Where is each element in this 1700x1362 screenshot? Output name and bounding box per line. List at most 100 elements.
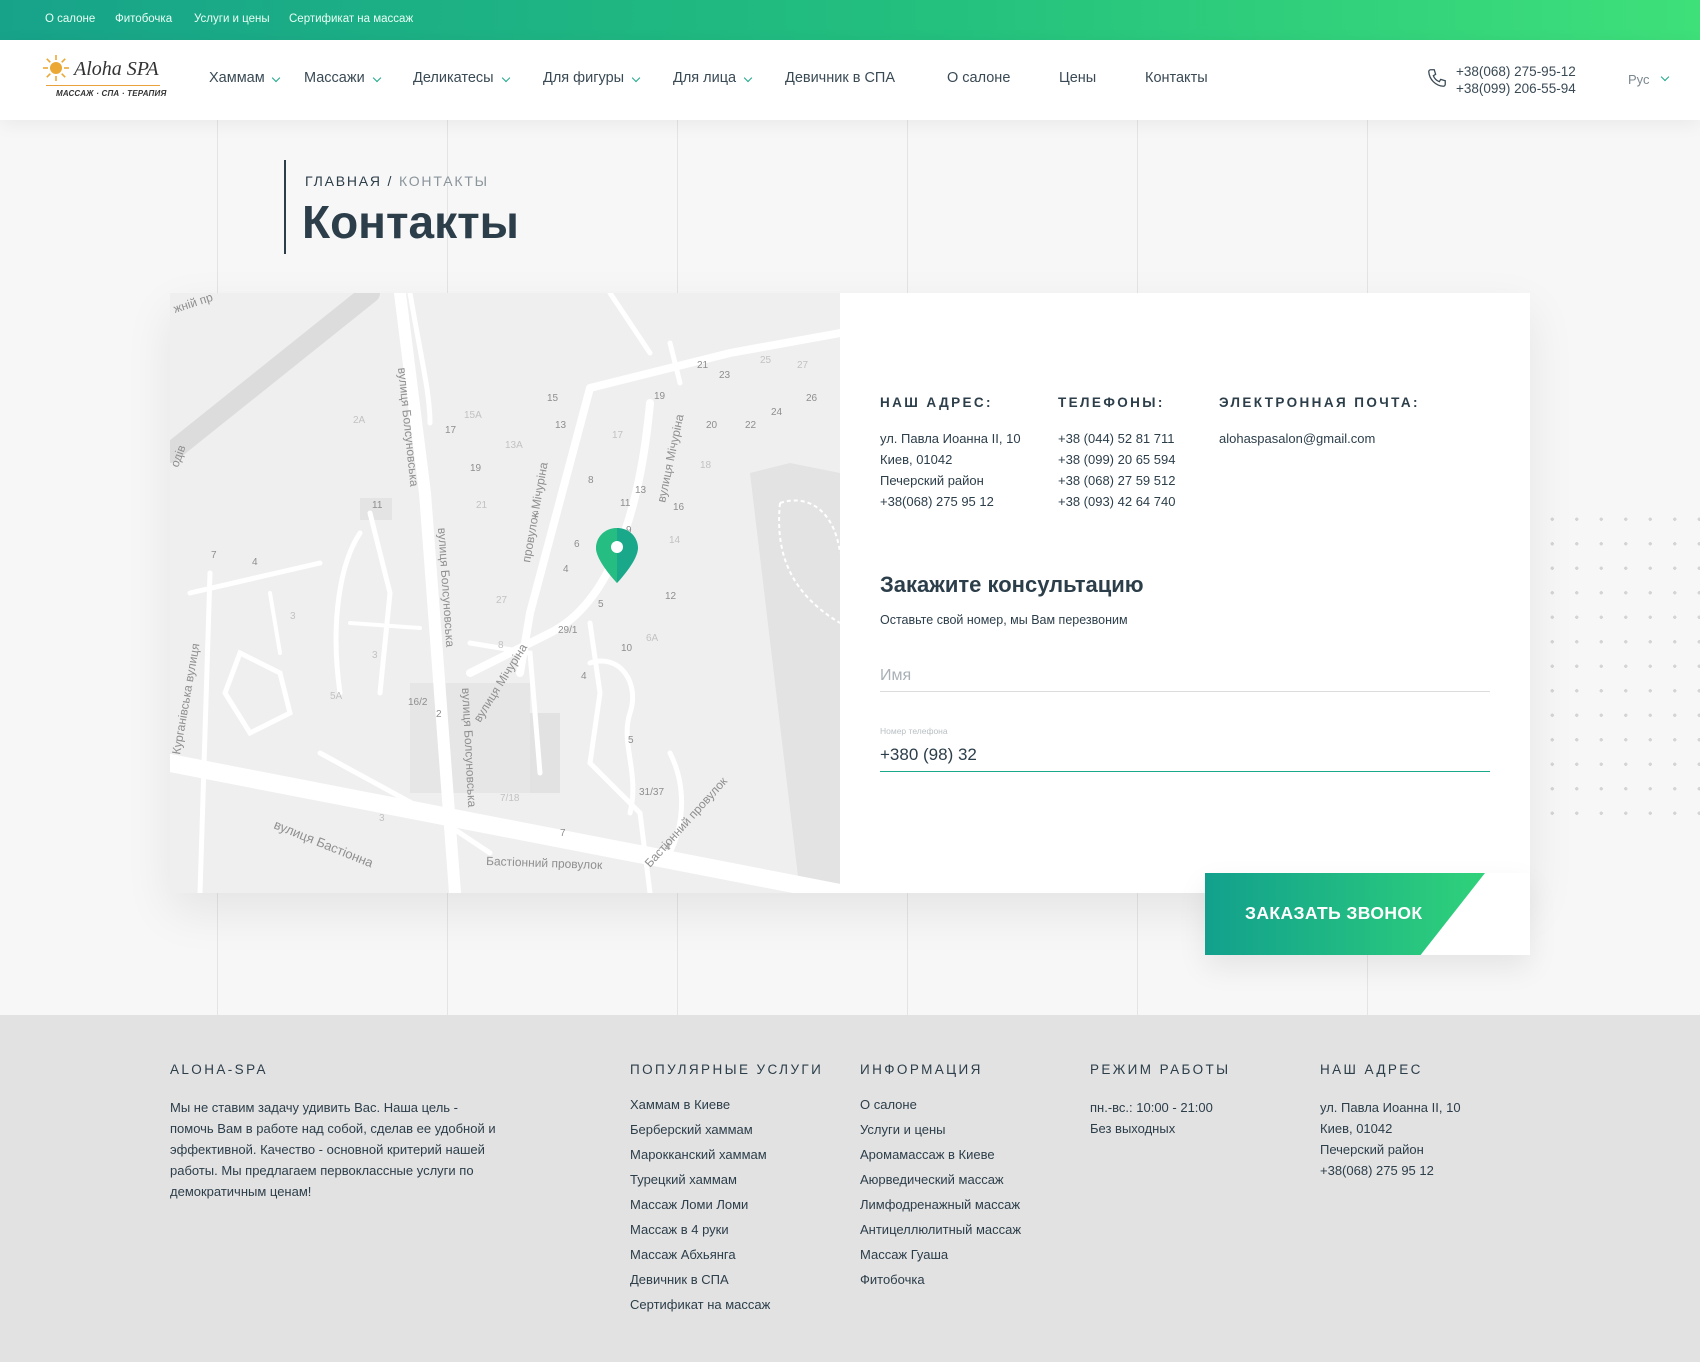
address-phone[interactable]: +38(068) 275 95 12 [880,491,1021,512]
svg-text:16/2: 16/2 [408,697,428,708]
svg-text:4: 4 [563,564,569,575]
list-item: Сертификат на массаж [630,1297,770,1322]
sun-logo-icon [43,55,69,81]
footer-link[interactable]: Аюрведический массаж [860,1172,1004,1187]
footer-link[interactable]: О салоне [860,1097,917,1112]
footer-link[interactable]: Услуги и цены [860,1122,946,1137]
svg-text:14: 14 [669,535,681,546]
nav-item-hammam[interactable]: Хаммам [209,70,265,86]
svg-text:7: 7 [560,828,566,839]
svg-text:5: 5 [628,735,634,746]
svg-text:21: 21 [697,360,709,371]
footer-link[interactable]: Антицеллюлитный массаж [860,1222,1021,1237]
svg-text:4: 4 [581,671,587,682]
order-call-button-label: ЗАКАЗАТЬ ЗВОНОК [1245,903,1423,923]
language-selector[interactable]: Рус [1628,72,1650,87]
svg-text:2: 2 [436,709,442,720]
svg-text:8: 8 [498,640,504,651]
phone-icon [1428,69,1446,87]
svg-text:13: 13 [555,420,567,431]
footer-address: ул. Павла Иоанна II, 10 Киев, 01042 Пече… [1320,1097,1461,1181]
nav-item-massages[interactable]: Массажи [304,70,365,86]
phone-input[interactable] [880,738,1490,772]
nav-item-bachelorette[interactable]: Девичник в СПА [785,70,895,86]
logo-divider [46,85,160,86]
topbar-link-about[interactable]: О салоне [45,13,95,25]
decorative-dots [1540,507,1700,827]
phone-link[interactable]: +38 (099) 20 65 594 [1058,449,1175,470]
svg-text:13А: 13А [505,440,523,451]
svg-text:19: 19 [654,391,666,402]
email-block: alohaspasalon@gmail.com [1219,428,1375,449]
phone-link[interactable]: +38 (093) 42 64 740 [1058,491,1175,512]
consultation-title: Закажите консультацию [880,572,1144,597]
list-item: Хаммам в Киеве [630,1097,770,1122]
list-item: О салоне [860,1097,1021,1122]
svg-text:8: 8 [588,475,594,486]
top-bar: О салоне Фитобочка Услуги и цены Сертифи… [0,0,1700,40]
list-item: Марокканский хаммам [630,1147,770,1172]
nav-item-delicacies[interactable]: Деликатесы [413,70,494,86]
list-item: Аюрведический массаж [860,1172,1021,1197]
logo-text: Aloha SPA [74,58,159,80]
footer-link[interactable]: Марокканский хаммам [630,1147,767,1162]
footer-link[interactable]: Девичник в СПА [630,1272,729,1287]
map-canvas: вулиця Болсуновська вулиця Болсуновська … [170,293,840,893]
phone-link[interactable]: +38 (044) 52 81 711 [1058,428,1175,449]
breadcrumb: ГЛАВНАЯ / КОНТАКТЫ [305,173,489,189]
footer-phone[interactable]: +38(068) 275 95 12 [1320,1160,1461,1181]
footer-link[interactable]: Турецкий хаммам [630,1172,737,1187]
svg-text:27: 27 [797,360,809,371]
footer-link[interactable]: Аромамассаж в Киеве [860,1147,995,1162]
footer-link[interactable]: Массаж Ломи Ломи [630,1197,748,1212]
footer-link[interactable]: Берберский хаммам [630,1122,753,1137]
list-item: Турецкий хаммам [630,1172,770,1197]
nav-item-body[interactable]: Для фигуры [543,70,624,86]
footer-link[interactable]: Лимфодренажный массаж [860,1197,1020,1212]
svg-text:2А: 2А [353,415,366,426]
nav-item-about[interactable]: О салоне [947,70,1010,86]
svg-text:18: 18 [700,460,712,471]
svg-text:11: 11 [372,500,383,511]
footer-link[interactable]: Массаж в 4 руки [630,1222,729,1237]
svg-text:24: 24 [771,407,783,418]
footer-link[interactable]: Хаммам в Киеве [630,1097,730,1112]
svg-text:29/1: 29/1 [558,625,578,636]
svg-text:5: 5 [598,599,604,610]
svg-text:15А: 15А [464,410,482,421]
topbar-link-services[interactable]: Услуги и цены [194,13,270,25]
nav-item-face[interactable]: Для лица [673,70,736,86]
map[interactable]: вулиця Болсуновська вулиця Болсуновська … [170,293,840,893]
email-heading: ЭЛЕКТРОННАЯ ПОЧТА: [1219,395,1420,410]
svg-text:19: 19 [470,463,482,474]
nav-item-prices[interactable]: Цены [1059,70,1096,86]
svg-text:27: 27 [496,595,508,606]
nav-item-contacts[interactable]: Контакты [1145,70,1208,86]
name-input[interactable] [880,660,1490,692]
header-phone-2[interactable]: +38(099) 206-55-94 [1456,81,1576,96]
header-phone-1[interactable]: +38(068) 275-95-12 [1456,64,1576,79]
svg-text:4: 4 [665,842,671,853]
svg-text:5А: 5А [330,691,343,702]
svg-text:7/18: 7/18 [500,793,520,804]
logo-tagline: МАССАЖ · СПА · ТЕРАПИЯ [56,89,167,98]
svg-text:22: 22 [745,420,757,431]
footer-link[interactable]: Сертификат на массаж [630,1297,770,1312]
svg-text:17: 17 [612,430,624,441]
topbar-link-certificate[interactable]: Сертификат на массаж [289,13,413,25]
svg-text:26: 26 [806,393,818,404]
list-item: Массаж Гуаша [860,1247,1021,1272]
breadcrumb-home[interactable]: ГЛАВНАЯ [305,173,382,189]
svg-text:12: 12 [665,591,677,602]
svg-text:25: 25 [760,355,772,366]
footer-link[interactable]: Фитобочка [860,1272,925,1287]
topbar-link-phytobarrel[interactable]: Фитобочка [115,13,172,25]
phone-link[interactable]: +38 (068) 27 59 512 [1058,470,1175,491]
footer-link[interactable]: Массаж Абхьянга [630,1247,736,1262]
footer-link[interactable]: Массаж Гуаша [860,1247,948,1262]
footer-about-heading: ALOHA-SPA [170,1062,268,1077]
phone-input-label: Номер телефона [880,726,948,736]
consultation-subtitle: Оставьте свой номер, мы Вам перезвоним [880,613,1128,627]
email-link[interactable]: alohaspasalon@gmail.com [1219,428,1375,449]
logo[interactable]: Aloha SPA МАССАЖ · СПА · ТЕРАПИЯ [42,52,166,104]
